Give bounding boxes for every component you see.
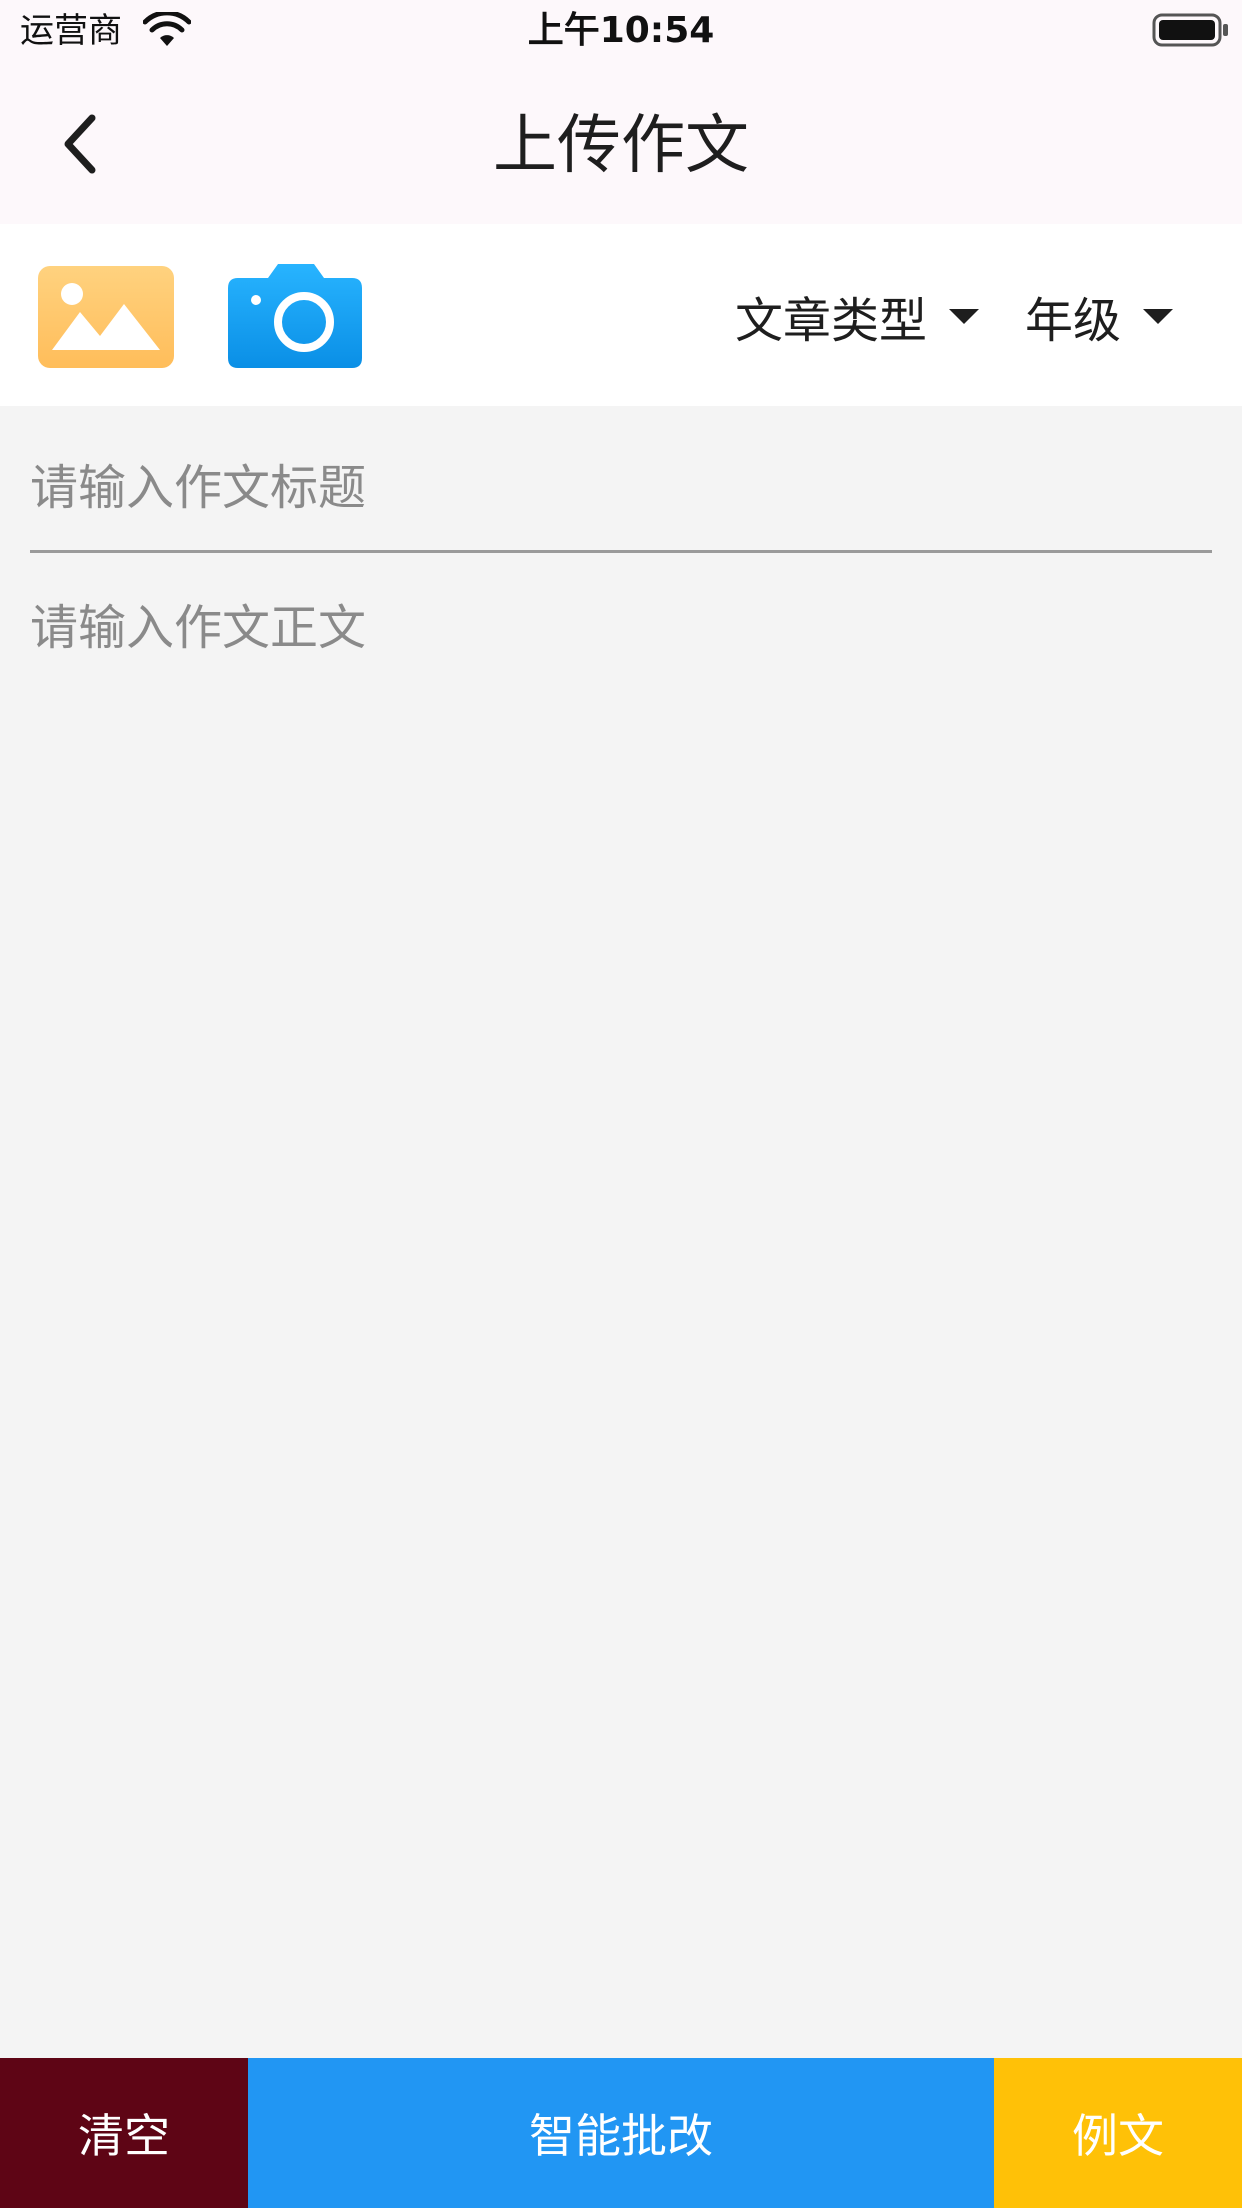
page-title: 上传作文 xyxy=(493,109,749,183)
battery-icon xyxy=(1152,13,1228,47)
grade-dropdown[interactable]: 年级 xyxy=(1025,280,1174,352)
status-bar: 运营商 上午10:54 xyxy=(0,0,1242,62)
bottom-action-bar: 清空 智能批改 例文 xyxy=(0,2058,1242,2208)
caret-down-icon xyxy=(949,308,980,324)
article-type-dropdown[interactable]: 文章类型 xyxy=(735,280,980,352)
essay-editor xyxy=(0,406,1242,2058)
nav-bar: 上传作文 xyxy=(0,62,1242,224)
image-gallery-icon[interactable] xyxy=(38,266,174,368)
camera-icon[interactable] xyxy=(228,264,362,368)
clear-button[interactable]: 清空 xyxy=(0,2058,248,2208)
sample-essay-button[interactable]: 例文 xyxy=(994,2058,1242,2208)
essay-body-input[interactable] xyxy=(30,596,1212,2036)
smart-grading-button[interactable]: 智能批改 xyxy=(248,2058,994,2208)
article-type-label: 文章类型 xyxy=(735,293,928,349)
clock: 上午10:54 xyxy=(527,10,715,51)
grade-label: 年级 xyxy=(1025,293,1122,349)
essay-title-input[interactable] xyxy=(30,426,1212,553)
toolbar: 文章类型 年级 xyxy=(0,224,1242,406)
caret-down-icon xyxy=(1143,308,1174,324)
